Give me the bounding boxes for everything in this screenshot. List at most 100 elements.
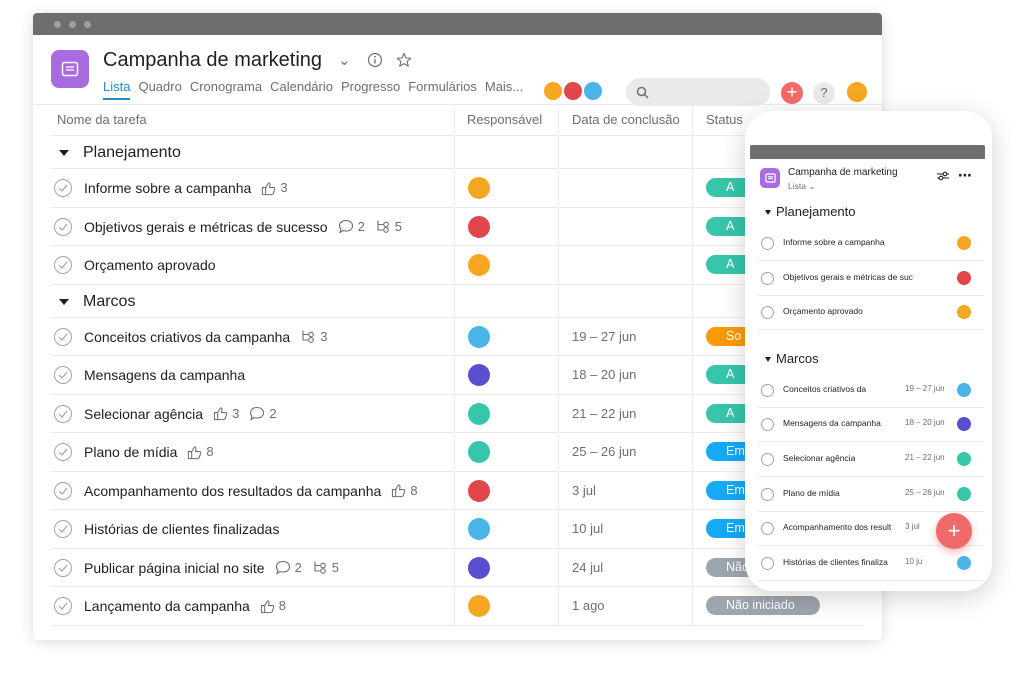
project-list-icon[interactable]	[760, 168, 780, 188]
due-date[interactable]: 19 – 27 jun	[572, 318, 636, 356]
assignee-avatar[interactable]	[468, 556, 490, 579]
task-name[interactable]: Conceitos criativos da campanha	[84, 318, 290, 356]
task-name[interactable]: Orçamento aprovado	[84, 246, 216, 284]
complete-checkbox[interactable]	[54, 558, 72, 577]
tab-calendario[interactable]: Calendário	[270, 79, 333, 100]
assignee-avatar[interactable]	[468, 215, 490, 238]
tab-cronograma[interactable]: Cronograma	[190, 79, 262, 100]
project-list-icon[interactable]	[51, 50, 89, 88]
mobile-view-selector[interactable]: Lista ⌄	[788, 181, 815, 192]
window-dot[interactable]	[54, 21, 61, 28]
tab-lista[interactable]: Lista	[103, 79, 131, 100]
mobile-task-row[interactable]: Histórias de clientes finaliza 10 ju	[758, 547, 984, 581]
assignee-avatar[interactable]	[468, 479, 490, 502]
filter-icon[interactable]	[936, 169, 950, 187]
column-due-date[interactable]: Data de conclusão	[566, 106, 680, 136]
add-button[interactable]: +	[781, 82, 803, 104]
task-row[interactable]: Conceitos criativos da campanha 3 19 – 27 …	[51, 318, 864, 356]
complete-checkbox[interactable]	[761, 556, 774, 570]
column-assignee[interactable]: Responsável	[461, 106, 542, 136]
mobile-task-row[interactable]: Informe sobre a campanha	[758, 227, 984, 261]
task-name[interactable]: Histórias de clientes finalizadas	[84, 510, 279, 548]
status-badge[interactable]: Não iniciado	[706, 596, 820, 615]
like-icon[interactable]: 3	[261, 169, 288, 207]
complete-checkbox[interactable]	[54, 327, 72, 346]
assignee-avatar[interactable]	[957, 555, 971, 570]
assignee-avatar[interactable]	[468, 402, 490, 425]
task-name[interactable]: Plano de mídia	[84, 433, 177, 471]
avatar[interactable]	[562, 80, 584, 102]
due-date[interactable]: 24 jul	[572, 549, 603, 587]
column-task-name[interactable]: Nome da tarefa	[51, 106, 147, 136]
user-avatar[interactable]	[845, 80, 869, 104]
assignee-avatar[interactable]	[957, 382, 971, 397]
task-row[interactable]: Lançamento da campanha 8 1 ago Não iniciado	[51, 587, 864, 626]
window-dot[interactable]	[69, 21, 76, 28]
mobile-task-row[interactable]: Objetivos gerais e métricas de suc	[758, 262, 984, 296]
assignee-avatar[interactable]	[468, 177, 490, 199]
comment-icon[interactable]: 2	[249, 395, 277, 433]
avatar[interactable]	[582, 80, 604, 102]
assignee-avatar[interactable]	[957, 236, 971, 250]
complete-checkbox[interactable]	[761, 418, 774, 432]
add-task-fab[interactable]: +	[936, 513, 972, 549]
assignee-avatar[interactable]	[468, 325, 490, 348]
assignee-avatar[interactable]	[468, 595, 490, 617]
tab-formularios[interactable]: Formulários	[408, 79, 477, 100]
assignee-avatar[interactable]	[957, 452, 971, 466]
assignee-avatar[interactable]	[957, 305, 971, 320]
due-date[interactable]: 1 ago	[572, 587, 605, 625]
assignee-avatar[interactable]	[957, 486, 971, 501]
complete-checkbox[interactable]	[761, 522, 774, 536]
due-date[interactable]: 18 – 20 jun	[572, 356, 636, 394]
complete-checkbox[interactable]	[54, 217, 72, 236]
comment-icon[interactable]: 2	[275, 549, 302, 587]
task-row[interactable]: Plano de mídia 8 25 – 26 jun Em a	[51, 433, 864, 472]
complete-checkbox[interactable]	[54, 443, 72, 461]
due-date[interactable]: 25 – 26 jun	[572, 433, 636, 471]
assignee-avatar[interactable]	[468, 364, 490, 386]
task-row[interactable]: Mensagens da campanha 18 – 20 jun A	[51, 356, 864, 395]
task-name[interactable]: Lançamento da campanha	[84, 587, 250, 625]
task-row[interactable]: Orçamento aprovado A	[51, 246, 864, 285]
mobile-task-row[interactable]: Selecionar agência 21 – 22 jun	[758, 443, 984, 477]
mobile-task-row[interactable]: Mensagens da campanha 18 – 20 jun	[758, 408, 984, 443]
task-name[interactable]: Mensagens da campanha	[84, 356, 245, 394]
complete-checkbox[interactable]	[761, 453, 774, 466]
tab-progresso[interactable]: Progresso	[341, 79, 400, 100]
avatar[interactable]	[542, 80, 564, 102]
task-row[interactable]: Selecionar agência 3 2 21 – 22 jun A	[51, 395, 864, 433]
triangle-down-icon[interactable]	[59, 298, 69, 305]
task-name[interactable]: Acompanhamento dos resultados da campanh…	[84, 472, 381, 510]
complete-checkbox[interactable]	[54, 597, 72, 615]
complete-checkbox[interactable]	[761, 306, 774, 320]
mobile-task-row[interactable]: Plano de mídia 25 – 26 jun	[758, 478, 984, 512]
due-date[interactable]: 3 jul	[572, 472, 596, 510]
task-row[interactable]: Publicar página inicial no site 2 5 24 jul N…	[51, 549, 864, 587]
task-name[interactable]: Informe sobre a campanha	[84, 169, 251, 207]
task-name[interactable]: Objetivos gerais e métricas de sucesso	[84, 208, 328, 246]
complete-checkbox[interactable]	[54, 256, 72, 274]
complete-checkbox[interactable]	[54, 520, 72, 538]
chevron-down-icon[interactable]: ⌄	[338, 52, 351, 70]
mobile-section-header[interactable]: Marcos	[765, 351, 819, 366]
tab-mais[interactable]: Mais...	[485, 79, 523, 100]
assignee-avatar[interactable]	[468, 518, 490, 540]
complete-checkbox[interactable]	[54, 179, 72, 197]
tab-quadro[interactable]: Quadro	[138, 79, 181, 100]
search-input[interactable]	[626, 78, 770, 106]
subtask-icon[interactable]: 3	[300, 318, 327, 356]
like-icon[interactable]: 8	[260, 587, 286, 625]
complete-checkbox[interactable]	[761, 237, 774, 250]
due-date[interactable]: 10 jul	[572, 510, 603, 548]
subtask-icon[interactable]: 5	[312, 549, 339, 587]
assignee-avatar[interactable]	[957, 270, 971, 285]
complete-checkbox[interactable]	[54, 366, 72, 384]
assignee-avatar[interactable]	[468, 254, 490, 276]
due-date[interactable]: 21 – 22 jun	[572, 395, 636, 433]
section-header[interactable]: Planejamento	[51, 136, 864, 169]
complete-checkbox[interactable]	[761, 383, 774, 397]
subtask-icon[interactable]: 5	[375, 208, 402, 246]
complete-checkbox[interactable]	[54, 404, 72, 423]
complete-checkbox[interactable]	[761, 487, 774, 501]
